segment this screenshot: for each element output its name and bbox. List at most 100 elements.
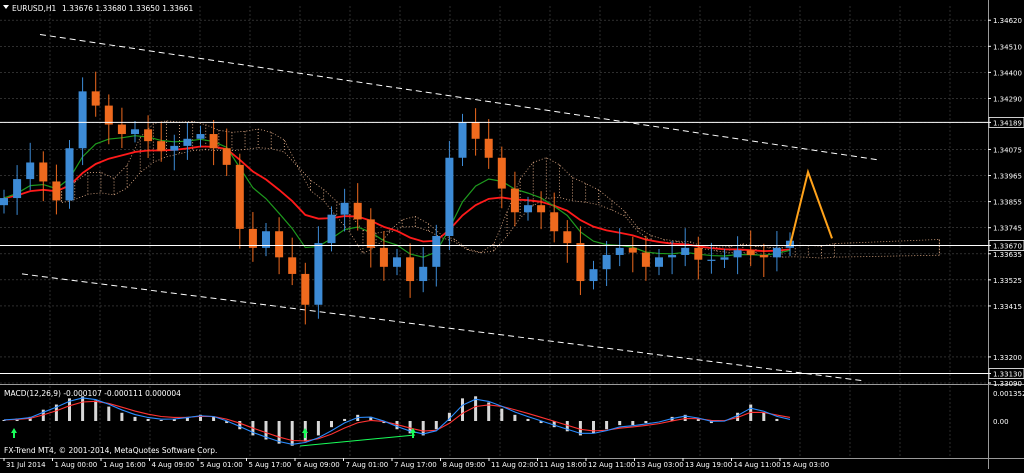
time-tick-label: 1 Aug 00:00	[55, 461, 98, 469]
chart-canvas[interactable]: 1.34620 1.34510 1.34400 1.34290 1.34189 1.340…	[0, 0, 1024, 469]
candle-body	[379, 247, 388, 267]
candle-body	[419, 266, 428, 282]
trading-chart-window[interactable]: 1.34620 1.34510 1.34400 1.34290 1.34189 1.340…	[0, 0, 1024, 469]
price-tick-label: 1.33745	[993, 225, 1022, 233]
candle-body	[537, 205, 546, 213]
price-tick-label: 1.33415	[993, 303, 1022, 311]
time-tick-label: 31 Jul 2014	[6, 461, 46, 469]
candle-body	[183, 138, 192, 146]
price-tick-label: 1.34189	[993, 119, 1022, 127]
candle-body	[301, 273, 310, 305]
candle-body	[550, 212, 559, 232]
candle-body	[733, 250, 742, 258]
price-tick-label: 1.33855	[993, 199, 1022, 207]
candle-body	[222, 148, 231, 165]
price-tick-label: 1.33670	[993, 242, 1022, 250]
candle-body	[314, 243, 323, 305]
candle-body	[484, 138, 493, 158]
candle-body	[772, 247, 781, 258]
time-tick-label: 15 Aug 03:00	[782, 461, 829, 469]
candle-body	[602, 254, 611, 270]
price-tick-label: 1.33965	[993, 173, 1022, 181]
time-tick-label: 5 Aug 17:00	[249, 461, 292, 469]
price-tick-label: 1.34075	[993, 146, 1022, 154]
time-tick-label: 1 Aug 16:00	[103, 461, 146, 469]
candle-body	[327, 214, 336, 244]
candle-body	[759, 254, 768, 258]
macd-tick-label: 0.00	[993, 418, 1009, 426]
time-tick-label: 4 Aug 09:00	[152, 461, 195, 469]
candle-body	[196, 134, 205, 139]
candle-body	[131, 129, 139, 135]
candle-body	[366, 219, 375, 248]
price-tick-label: 1.34510	[993, 43, 1022, 51]
candle-body	[117, 124, 126, 135]
candle-body	[576, 243, 585, 282]
chart-header: EURUSD,H1 1.33676 1.33680 1.33650 1.3366…	[3, 4, 193, 13]
time-tick-label: 13 Aug 03:00	[637, 461, 684, 469]
candle-body	[39, 162, 48, 182]
candle-body	[707, 259, 716, 261]
candle-body	[288, 257, 297, 274]
price-tick-label: 1.33130	[993, 371, 1022, 379]
symbol-title: EURUSD,H1	[12, 4, 56, 13]
time-tick-label: 11 Aug 18:00	[540, 461, 587, 469]
price-tick-label: 1.33200	[993, 354, 1022, 362]
candle-body	[445, 157, 454, 236]
candle-body	[52, 181, 61, 201]
candle-body	[668, 254, 677, 258]
candle-body	[393, 257, 401, 267]
candle-body	[104, 105, 113, 125]
candle-body	[275, 231, 284, 258]
time-tick-label: 14 Aug 11:00	[734, 461, 781, 469]
macd-tick-label: 0.001352	[993, 390, 1024, 398]
candle-body	[78, 91, 87, 149]
candle-body	[681, 247, 690, 255]
price-tick-label: 1.34400	[993, 69, 1022, 77]
candle-body	[340, 202, 349, 215]
candle-body	[589, 269, 598, 282]
time-tick-label: 5 Aug 01:00	[200, 461, 243, 469]
time-tick-label: 12 Aug 11:00	[588, 461, 635, 469]
time-tick-label: 7 Aug 01:00	[346, 461, 389, 469]
price-tick-label: 1.34290	[993, 95, 1022, 103]
candle-body	[0, 198, 8, 206]
time-tick-label: 6 Aug 09:00	[297, 461, 340, 469]
candle-body	[720, 257, 729, 260]
candle-body	[209, 134, 218, 149]
price-tick-label: 1.33635	[993, 251, 1022, 259]
footer-copyright: FX-Trend MT4, © 2001-2014, MetaQuotes So…	[4, 446, 217, 455]
macd-title: MACD(12,26,9) -0.000107 -0.000111 0.0000…	[4, 389, 181, 398]
candle-body	[235, 164, 244, 229]
time-tick-label: 7 Aug 17:00	[394, 461, 437, 469]
candle-body	[628, 247, 637, 253]
candle-body	[91, 91, 100, 106]
candle-body	[615, 247, 624, 255]
candle-body	[26, 162, 35, 180]
candle-body	[353, 202, 362, 220]
price-tick-label: 1.33525	[993, 277, 1022, 285]
candle-body	[471, 122, 480, 139]
ohlc-quote: 1.33676 1.33680 1.33650 1.33661	[62, 4, 193, 13]
candle-body	[144, 129, 153, 142]
time-tick-label: 8 Aug 09:00	[443, 461, 486, 469]
candle-body	[13, 179, 22, 199]
candle-body	[510, 188, 519, 213]
candle-body	[157, 141, 166, 151]
candle-body	[641, 252, 650, 267]
candle-body	[655, 257, 663, 267]
candle-body	[406, 257, 415, 282]
candle-body	[524, 205, 532, 213]
price-tick-label: 1.34620	[993, 17, 1022, 25]
candle-body	[694, 247, 703, 260]
candle-body	[746, 250, 755, 255]
candle-body	[170, 145, 179, 151]
candle-body	[563, 231, 572, 244]
candle-body	[458, 122, 467, 158]
price-tick-label: 1.33090	[993, 380, 1022, 388]
candle-body	[497, 157, 506, 189]
candle-body	[432, 235, 441, 267]
time-tick-label: 13 Aug 19:00	[685, 461, 732, 469]
candle-body	[65, 148, 74, 201]
time-tick-label: 11 Aug 02:00	[491, 461, 538, 469]
